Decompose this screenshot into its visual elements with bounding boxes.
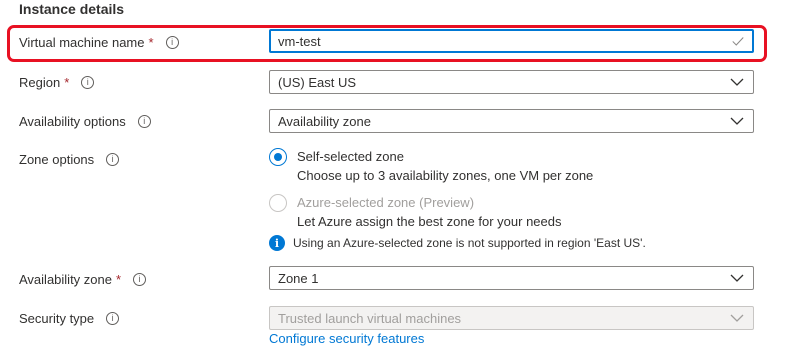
radio-option-title: Self-selected zone: [297, 149, 404, 164]
security-type-value: Trusted launch virtual machines: [278, 310, 462, 326]
vm-name-label-group: Virtual machine name * i: [19, 35, 179, 50]
vm-name-input[interactable]: [278, 33, 731, 49]
info-icon[interactable]: i: [106, 312, 120, 325]
security-type-label-group: Security type i: [19, 311, 120, 326]
info-icon[interactable]: i: [81, 76, 95, 89]
availability-zone-label: Availability zone: [19, 272, 112, 287]
radio-option-azure-selected: Azure-selected zone (Preview) Let Azure …: [269, 194, 593, 230]
radio-option-title: Azure-selected zone (Preview): [297, 195, 475, 210]
availability-options-select[interactable]: Availability zone: [269, 109, 754, 133]
region-value: (US) East US: [278, 74, 357, 90]
required-marker: *: [148, 35, 154, 50]
availability-zone-select[interactable]: Zone 1: [269, 266, 754, 290]
availability-options-label: Availability options: [19, 114, 126, 129]
region-label-group: Region * i: [19, 75, 95, 90]
info-icon[interactable]: i: [133, 273, 147, 286]
zone-options-label: Zone options: [19, 152, 95, 167]
zone-notice: i Using an Azure-selected zone is not su…: [269, 235, 646, 251]
section-title: Instance details: [19, 1, 125, 17]
region-select[interactable]: (US) East US: [269, 70, 754, 94]
chevron-down-icon: [730, 78, 744, 86]
checkmark-icon: [732, 37, 744, 46]
availability-options-label-group: Availability options i: [19, 114, 151, 129]
chevron-down-icon: [730, 314, 744, 322]
zone-options-radio-group: Self-selected zone Choose up to 3 availa…: [269, 148, 593, 230]
radio-option-self-selected[interactable]: Self-selected zone Choose up to 3 availa…: [269, 148, 593, 184]
required-marker: *: [64, 75, 70, 90]
region-label: Region: [19, 75, 61, 90]
required-marker: *: [115, 272, 122, 287]
chevron-down-icon: [730, 117, 744, 125]
vm-name-field[interactable]: [269, 29, 754, 53]
info-icon[interactable]: i: [165, 36, 179, 49]
vm-name-label: Virtual machine name: [19, 35, 145, 50]
security-type-label: Security type: [19, 311, 95, 326]
info-icon: i: [269, 235, 285, 251]
security-type-select: Trusted launch virtual machines: [269, 306, 754, 330]
configure-security-link[interactable]: Configure security features: [269, 331, 424, 346]
availability-zone-value: Zone 1: [278, 270, 319, 286]
zone-options-label-group: Zone options i: [19, 152, 120, 167]
zone-notice-text: Using an Azure-selected zone is not supp…: [293, 236, 646, 250]
availability-options-value: Availability zone: [278, 113, 371, 129]
radio-button-disabled: [269, 194, 287, 212]
info-icon[interactable]: i: [137, 115, 151, 128]
availability-zone-label-group: Availability zone * i: [19, 272, 147, 287]
radio-option-desc: Choose up to 3 availability zones, one V…: [297, 168, 594, 183]
radio-button-checked[interactable]: [269, 148, 287, 166]
radio-option-desc: Let Azure assign the best zone for your …: [297, 214, 562, 229]
chevron-down-icon: [730, 274, 744, 282]
info-icon[interactable]: i: [106, 153, 120, 166]
